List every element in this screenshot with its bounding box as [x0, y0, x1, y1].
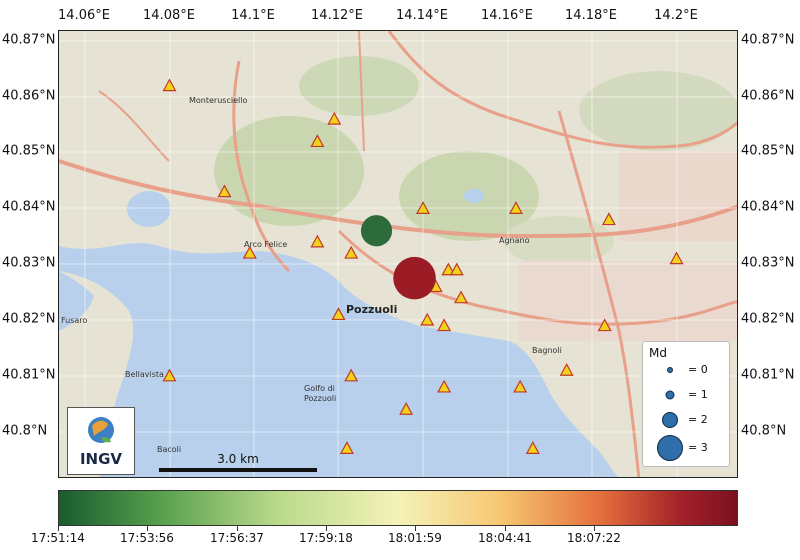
legend-symbol	[657, 435, 683, 461]
logo-text: INGV	[79, 450, 123, 468]
y-tick-left: 40.82°N	[2, 311, 56, 327]
legend-label: = 3	[688, 441, 708, 454]
colorbar-label: 17:59:18	[299, 531, 353, 545]
y-tick-left: 40.84°N	[2, 199, 56, 215]
y-tick-right: 40.86°N	[741, 88, 795, 104]
lake	[464, 189, 484, 203]
legend-item: = 1	[643, 385, 729, 405]
x-tick: 14.16°E	[481, 8, 533, 23]
place-label: Agnano	[499, 236, 530, 245]
legend-symbol	[667, 367, 673, 373]
x-tick: 14.2°E	[654, 8, 698, 23]
legend-label: = 1	[688, 388, 708, 401]
y-tick-right: 40.8°N	[741, 423, 787, 439]
basemap: Monterusciello Arco Felice Pozzuoli Agna…	[59, 31, 737, 477]
x-tick: 14.1°E	[231, 8, 275, 23]
colorbar-label: 17:53:56	[120, 531, 174, 545]
y-tick-left: 40.81°N	[2, 367, 56, 383]
y-tick-right: 40.84°N	[741, 199, 795, 215]
y-tick-left: 40.86°N	[2, 88, 56, 104]
time-colorbar	[58, 490, 738, 526]
colorbar-label: 17:51:14	[31, 531, 85, 545]
y-tick-left: 40.8°N	[2, 423, 48, 439]
legend-symbol	[662, 412, 678, 428]
legend-item: = 3	[643, 435, 729, 461]
legend-item: = 2	[643, 410, 729, 430]
legend-title: Md	[649, 346, 667, 360]
place-label: Pozzuoli	[304, 394, 336, 403]
x-tick: 14.12°E	[311, 8, 363, 23]
place-label: Monterusciello	[189, 96, 247, 105]
colorbar-label: 18:01:59	[388, 531, 442, 545]
globe-icon	[88, 417, 114, 443]
earthquake-event[interactable]	[360, 215, 393, 247]
magnitude-legend: Md = 0 = 1 = 2 = 3	[642, 341, 730, 467]
legend-label: = 2	[688, 413, 708, 426]
y-tick-right: 40.81°N	[741, 367, 795, 383]
scale-label: 3.0 km	[217, 452, 259, 466]
y-tick-left: 40.85°N	[2, 143, 56, 159]
forest-area	[579, 71, 737, 151]
x-tick: 14.14°E	[396, 8, 448, 23]
place-label: Golfo di	[304, 384, 335, 393]
y-tick-right: 40.82°N	[741, 311, 795, 327]
scale-line	[159, 468, 317, 472]
y-tick-left: 40.87°N	[2, 32, 56, 48]
legend-label: = 0	[688, 363, 708, 376]
x-tick: 14.06°E	[58, 8, 110, 23]
map-panel[interactable]: Monterusciello Arco Felice Pozzuoli Agna…	[58, 30, 738, 478]
x-tick: 14.18°E	[565, 8, 617, 23]
lake-lucrino	[127, 191, 171, 227]
y-tick-right: 40.87°N	[741, 32, 795, 48]
earthquake-event[interactable]	[393, 256, 436, 300]
y-tick-right: 40.83°N	[741, 255, 795, 271]
legend-item: = 0	[643, 360, 729, 380]
colorbar-label: 18:04:41	[478, 531, 532, 545]
urban-area	[519, 261, 737, 341]
forest-area	[299, 56, 419, 116]
place-label: Fusaro	[61, 316, 87, 325]
x-tick: 14.08°E	[143, 8, 195, 23]
y-tick-right: 40.85°N	[741, 143, 795, 159]
place-label: Pozzuoli	[346, 303, 397, 316]
y-tick-left: 40.83°N	[2, 255, 56, 271]
place-label: Bagnoli	[532, 346, 562, 355]
place-label: Bellavista	[125, 370, 164, 379]
ingv-logo: INGV	[67, 407, 135, 475]
colorbar-label: 17:56:37	[210, 531, 264, 545]
legend-symbol	[665, 390, 675, 400]
colorbar-label: 18:07:22	[567, 531, 621, 545]
urban-area	[619, 151, 737, 241]
